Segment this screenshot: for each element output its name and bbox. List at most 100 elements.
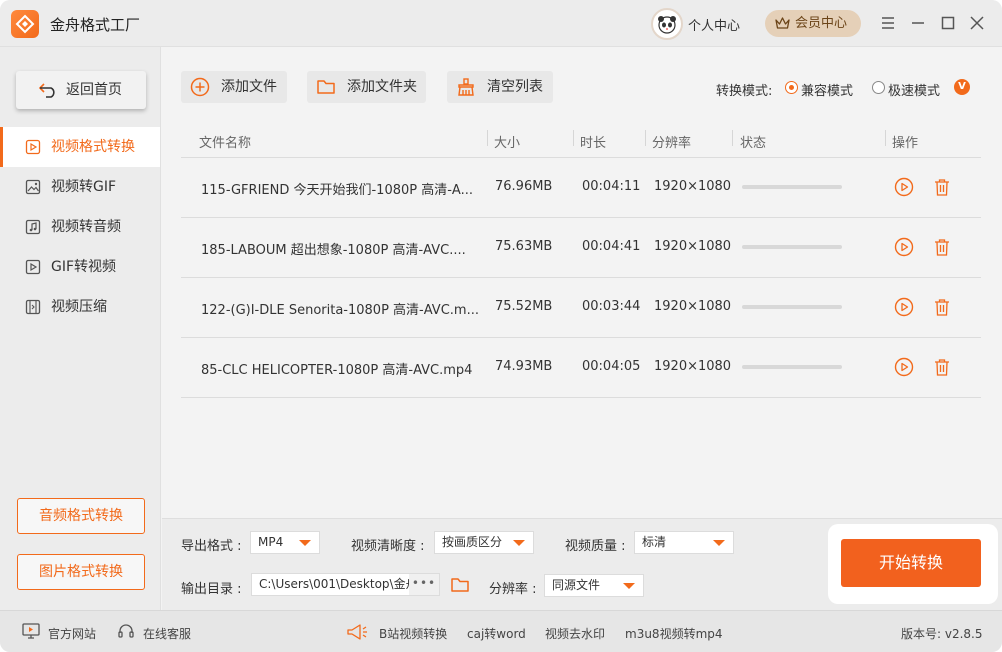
broom-icon — [458, 78, 474, 96]
vip-center-label: 会员中心 — [795, 16, 848, 31]
footer-link-m3u8[interactable]: m3u8视频转mp4 — [625, 625, 723, 642]
version-text: 版本号: v2.8.5 — [901, 627, 983, 641]
progress-bar — [742, 365, 842, 369]
add-file-button[interactable]: 添加文件 — [181, 71, 287, 103]
chevron-down-icon — [513, 540, 525, 546]
image-icon — [25, 179, 41, 195]
add-folder-button[interactable]: 添加文件夹 — [307, 71, 426, 103]
compat-mode-label[interactable]: 兼容模式 — [801, 80, 853, 99]
home-button[interactable]: 返回首页 — [16, 71, 146, 109]
compress-icon — [25, 299, 41, 315]
file-duration: 00:04:05 — [582, 359, 641, 374]
headset-icon — [118, 624, 134, 638]
trash-icon[interactable] — [932, 177, 952, 197]
footer-link-watermark[interactable]: 视频去水印 — [545, 625, 605, 642]
sidebar-item-video-to-audio[interactable]: 视频转音频 — [0, 207, 160, 247]
output-dir-field[interactable]: C:\Users\001\Desktop\金舟 ••• — [251, 573, 440, 596]
plus-circle-icon — [190, 77, 210, 97]
file-table-header: 文件名称 大小 时长 分辨率 状态 操作 — [181, 126, 981, 158]
table-row[interactable]: 122-(G)I-DLE Senorita-1080P 高清-AVC.m... … — [181, 278, 981, 338]
chevron-down-icon — [623, 583, 635, 589]
browse-more-button[interactable]: ••• — [409, 574, 439, 595]
folder-icon[interactable] — [450, 575, 470, 595]
online-service-link[interactable]: 在线客服 — [143, 625, 191, 642]
trash-icon[interactable] — [932, 297, 952, 317]
file-resolution: 1920×1080 — [654, 359, 732, 374]
output-format-value: MP4 — [258, 535, 284, 549]
quality-value: 标清 — [642, 535, 667, 549]
output-format-select[interactable]: MP4 — [250, 531, 320, 554]
file-resolution: 1920×1080 — [654, 299, 732, 314]
table-row[interactable]: 185-LABOUM 超出想象-1080P 高清-AVC.... 75.63MB… — [181, 218, 981, 278]
music-icon — [25, 219, 41, 235]
audio-convert-button[interactable]: 音频格式转换 — [17, 498, 145, 534]
play-icon[interactable] — [894, 237, 914, 257]
minimize-icon[interactable] — [908, 13, 928, 33]
progress-bar — [742, 185, 842, 189]
clarity-value: 按画质区分 — [442, 535, 503, 549]
progress-bar — [742, 245, 842, 249]
trash-icon[interactable] — [932, 237, 952, 257]
sidebar-item-video-to-gif[interactable]: 视频转GIF — [0, 167, 160, 207]
fast-mode-radio[interactable] — [872, 81, 885, 94]
avatar[interactable] — [651, 8, 683, 40]
file-duration: 00:03:44 — [582, 299, 641, 314]
sidebar-item-video-convert[interactable]: 视频格式转换 — [0, 127, 160, 167]
table-row[interactable]: 85-CLC HELICOPTER-1080P 高清-AVC.mp4 74.93… — [181, 338, 981, 398]
play-icon[interactable] — [894, 357, 914, 377]
official-site-link[interactable]: 官方网站 — [48, 625, 96, 642]
footer-link-bilibili[interactable]: B站视频转换 — [379, 625, 447, 642]
crown-icon — [775, 17, 790, 29]
sidebar-item-label: 视频转音频 — [51, 219, 121, 235]
megaphone-icon — [347, 624, 367, 640]
output-format-label: 导出格式 : — [181, 539, 242, 554]
start-convert-button[interactable]: 开始转换 — [841, 539, 981, 587]
video-convert-icon — [25, 139, 41, 155]
gif-video-icon — [25, 259, 41, 275]
file-resolution: 1920×1080 — [654, 179, 732, 194]
table-row[interactable]: 115-GFRIEND 今天开始我们-1080P 高清-A... 76.96MB… — [181, 158, 981, 218]
vip-center-button[interactable]: 会员中心 — [765, 10, 861, 37]
image-convert-button[interactable]: 图片格式转换 — [17, 554, 145, 590]
folder-icon — [317, 80, 335, 94]
header-divider — [645, 130, 646, 146]
header-size: 大小 — [494, 136, 521, 151]
clear-list-button[interactable]: 清空列表 — [447, 71, 553, 103]
home-button-label: 返回首页 — [66, 82, 122, 98]
file-duration: 00:04:41 — [582, 239, 641, 254]
menu-icon[interactable] — [878, 13, 898, 33]
quality-select[interactable]: 标清 — [634, 531, 734, 554]
add-file-label: 添加文件 — [221, 79, 277, 95]
mode-label: 转换模式: — [716, 84, 773, 99]
vip-badge-icon: V — [954, 79, 970, 95]
user-center-link[interactable]: 个人中心 — [688, 15, 740, 34]
output-dir-label: 输出目录 : — [181, 582, 242, 597]
trash-icon[interactable] — [932, 357, 952, 377]
file-size: 76.96MB — [495, 179, 553, 194]
footer: 官方网站 在线客服 B站视频转换 caj转word 视频去水印 m3u8视频转m… — [0, 610, 1002, 652]
clarity-select[interactable]: 按画质区分 — [434, 531, 534, 554]
footer-link-caj[interactable]: caj转word — [467, 625, 526, 642]
resolution-label: 分辨率 : — [489, 582, 537, 597]
file-name: 185-LABOUM 超出想象-1080P 高清-AVC.... — [201, 243, 466, 258]
sidebar-item-video-compress[interactable]: 视频压缩 — [0, 287, 160, 327]
fast-mode-label[interactable]: 极速模式 — [888, 80, 940, 99]
sidebar-item-gif-to-video[interactable]: GIF转视频 — [0, 247, 160, 287]
resolution-select[interactable]: 同源文件 — [544, 574, 644, 597]
resolution-value: 同源文件 — [552, 578, 601, 592]
maximize-icon[interactable] — [938, 13, 958, 33]
app-window: 金舟格式工厂 个人中心 会员中心 返回首页 视频格式转换 视频转GIF 视频转音… — [0, 0, 1002, 652]
clear-list-label: 清空列表 — [487, 79, 543, 95]
play-icon[interactable] — [894, 177, 914, 197]
back-arrow-icon — [38, 83, 55, 98]
sidebar: 返回首页 视频格式转换 视频转GIF 视频转音频 GIF转视频 视频压缩 音频格… — [0, 47, 161, 610]
header-duration: 时长 — [580, 136, 607, 151]
file-size: 74.93MB — [495, 359, 553, 374]
compat-mode-radio[interactable] — [785, 81, 798, 94]
header-divider — [487, 130, 488, 146]
file-size: 75.63MB — [495, 239, 553, 254]
play-icon[interactable] — [894, 297, 914, 317]
close-icon[interactable] — [967, 13, 987, 33]
app-logo — [11, 10, 39, 38]
header-divider — [732, 130, 733, 146]
